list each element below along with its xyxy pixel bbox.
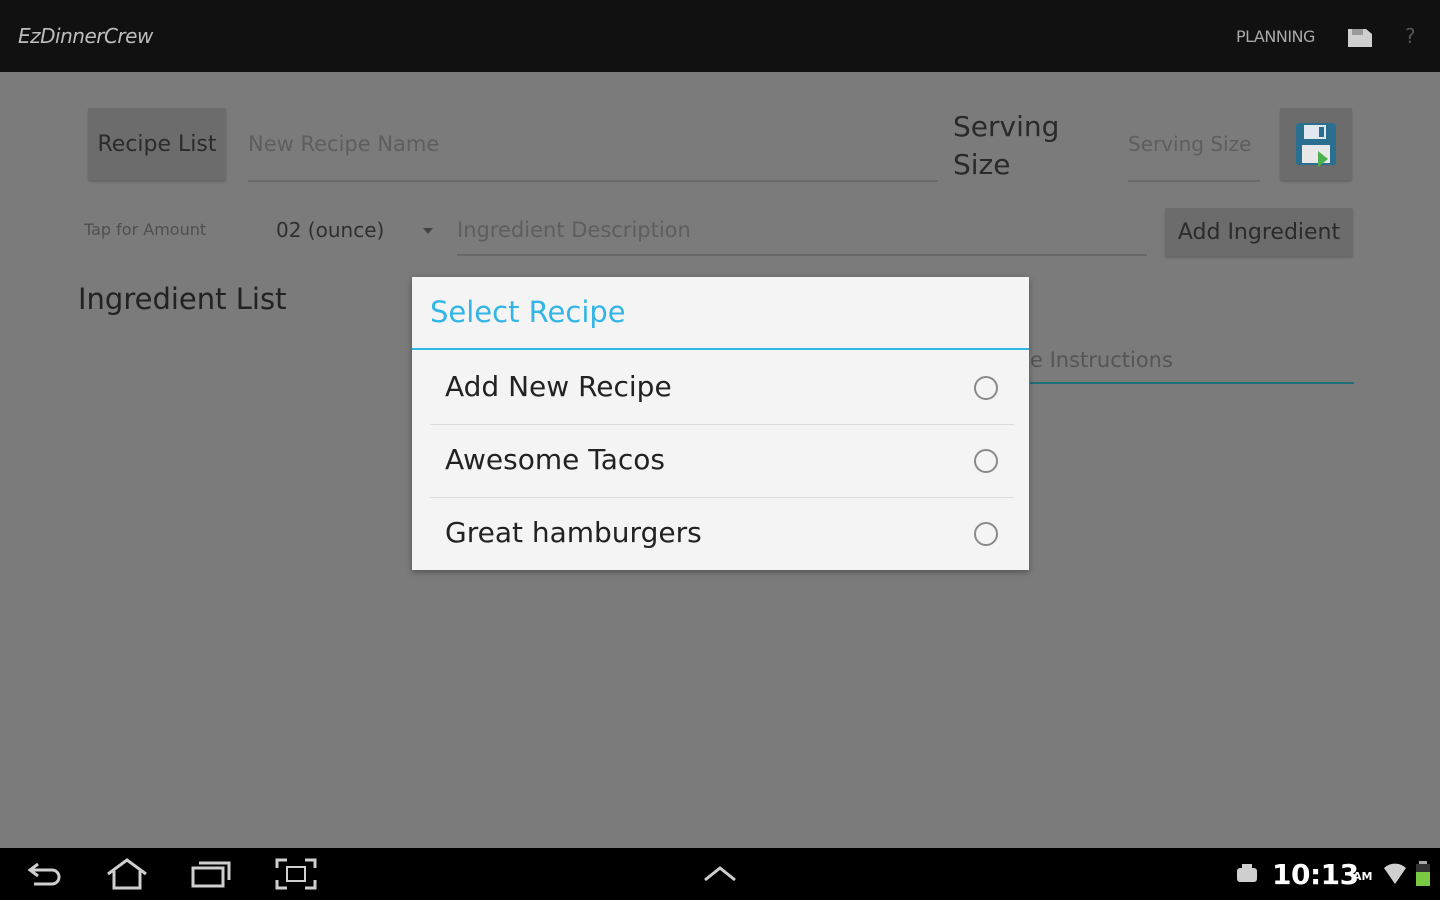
wifi-icon xyxy=(1384,863,1406,884)
clock-ampm: AM xyxy=(1353,870,1373,883)
home-icon[interactable] xyxy=(104,858,150,890)
tap-for-amount-label[interactable]: Tap for Amount xyxy=(84,220,206,239)
recipe-option-awesome-tacos[interactable]: Awesome Tacos xyxy=(430,425,1014,498)
serving-size-label: Serving Size xyxy=(953,108,1059,184)
recent-apps-icon[interactable] xyxy=(190,858,232,890)
add-ingredient-button[interactable]: Add Ingredient xyxy=(1165,208,1353,256)
serving-size-label-line1: Serving xyxy=(953,110,1060,143)
recipe-option-add-new[interactable]: Add New Recipe xyxy=(430,352,1014,425)
planning-menu-item[interactable]: PLANNING xyxy=(1236,27,1315,46)
recipe-option-great-hamburgers[interactable]: Great hamburgers xyxy=(430,498,1014,570)
unit-spinner-value[interactable]: 02 (ounce) xyxy=(276,218,384,242)
help-icon[interactable]: ? xyxy=(1405,24,1416,48)
save-recipe-button[interactable] xyxy=(1280,108,1352,180)
spinner-caret-icon[interactable] xyxy=(423,228,433,234)
serving-size-label-line2: Size xyxy=(953,148,1011,181)
recipe-list-button[interactable]: Recipe List xyxy=(88,108,226,180)
up-chevron-icon[interactable] xyxy=(702,864,738,884)
ingredient-list-title: Ingredient List xyxy=(78,282,287,316)
dialog-title: Select Recipe xyxy=(430,295,626,329)
recipe-name-input[interactable]: New Recipe Name xyxy=(248,108,938,182)
radio-button[interactable] xyxy=(974,376,998,400)
recipe-name-placeholder: New Recipe Name xyxy=(248,132,440,156)
recipe-option-label: Add New Recipe xyxy=(445,370,672,403)
app-title: EzDinnerCrew xyxy=(18,24,153,48)
clock-time: 10:13 xyxy=(1272,858,1359,891)
select-recipe-dialog: Select Recipe Add New Recipe Awesome Tac… xyxy=(412,277,1029,570)
notification-icon[interactable] xyxy=(1234,862,1262,886)
radio-button[interactable] xyxy=(974,449,998,473)
ingredient-description-placeholder: Ingredient Description xyxy=(457,218,691,242)
save-icon[interactable] xyxy=(1347,26,1373,48)
system-navigation-bar: 10:13 AM xyxy=(0,848,1440,900)
back-icon[interactable] xyxy=(24,858,64,890)
action-bar: EzDinnerCrew PLANNING ? xyxy=(0,0,1440,72)
serving-size-input[interactable]: Serving Size xyxy=(1128,108,1260,182)
radio-button[interactable] xyxy=(974,522,998,546)
floppy-disk-icon xyxy=(1296,123,1336,167)
serving-size-placeholder: Serving Size xyxy=(1128,132,1252,156)
recipe-option-label: Great hamburgers xyxy=(445,516,702,549)
screenshot-icon[interactable] xyxy=(275,858,317,890)
instructions-placeholder: e Instructions xyxy=(1030,348,1173,372)
dialog-title-divider xyxy=(412,348,1029,350)
battery-icon xyxy=(1416,861,1430,886)
recipe-option-label: Awesome Tacos xyxy=(445,443,666,476)
ingredient-description-input[interactable]: Ingredient Description xyxy=(457,208,1147,256)
instructions-input[interactable]: e Instructions xyxy=(1030,342,1354,384)
